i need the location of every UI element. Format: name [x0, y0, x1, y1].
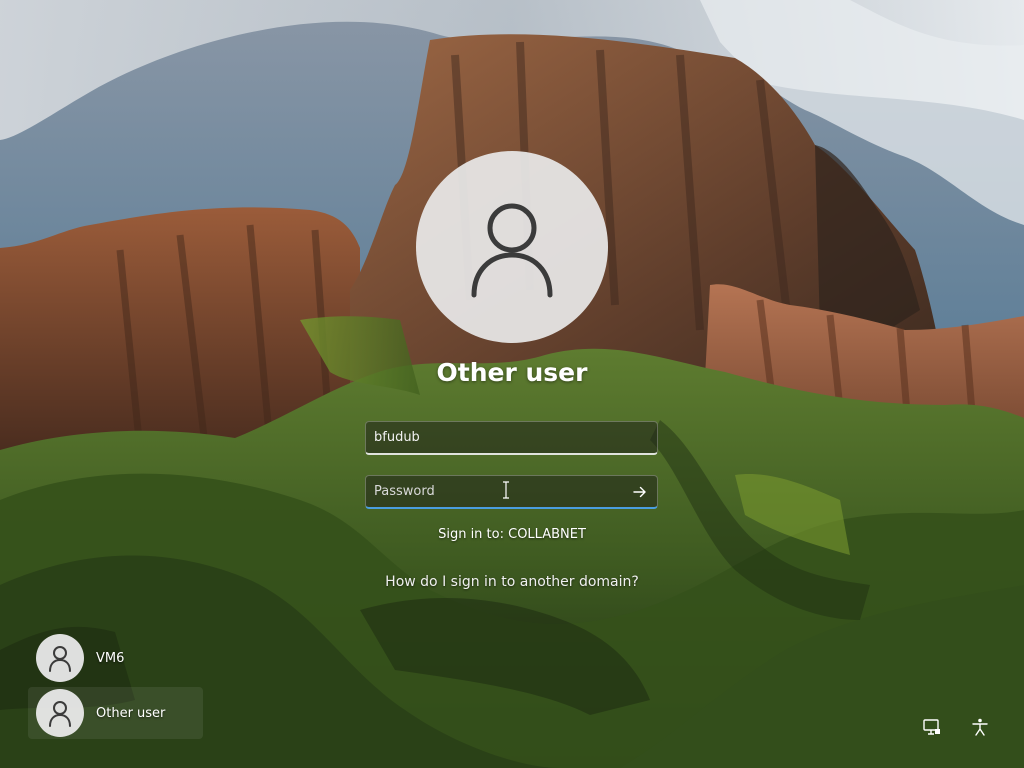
- username-input[interactable]: [374, 422, 624, 453]
- user-avatar-small: [36, 689, 84, 737]
- i-beam-cursor-icon: [503, 481, 509, 499]
- person-icon: [49, 646, 71, 672]
- person-icon: [471, 203, 553, 298]
- accessibility-icon: [972, 718, 988, 736]
- submit-arrow-button[interactable]: [631, 483, 649, 501]
- selected-user-name: Other user: [436, 358, 588, 387]
- user-avatar-small: [36, 634, 84, 682]
- arrow-right-icon: [633, 486, 646, 498]
- username-field[interactable]: [365, 421, 658, 455]
- user-option-vm6[interactable]: VM6: [28, 632, 203, 684]
- user-option-label: VM6: [96, 650, 125, 666]
- another-domain-link[interactable]: How do I sign in to another domain?: [312, 574, 712, 590]
- lock-screen: Other user Sign in to: COLLABNET How do …: [0, 0, 1024, 768]
- network-icon: [923, 719, 940, 735]
- accessibility-button[interactable]: [968, 715, 992, 739]
- user-avatar-large: [416, 151, 608, 343]
- user-option-other-user[interactable]: Other user: [28, 687, 203, 739]
- user-option-label: Other user: [96, 705, 166, 721]
- sign-in-domain-text: Sign in to: COLLABNET: [438, 527, 586, 542]
- password-input[interactable]: [374, 476, 624, 507]
- person-icon: [49, 701, 71, 727]
- network-button[interactable]: [920, 715, 944, 739]
